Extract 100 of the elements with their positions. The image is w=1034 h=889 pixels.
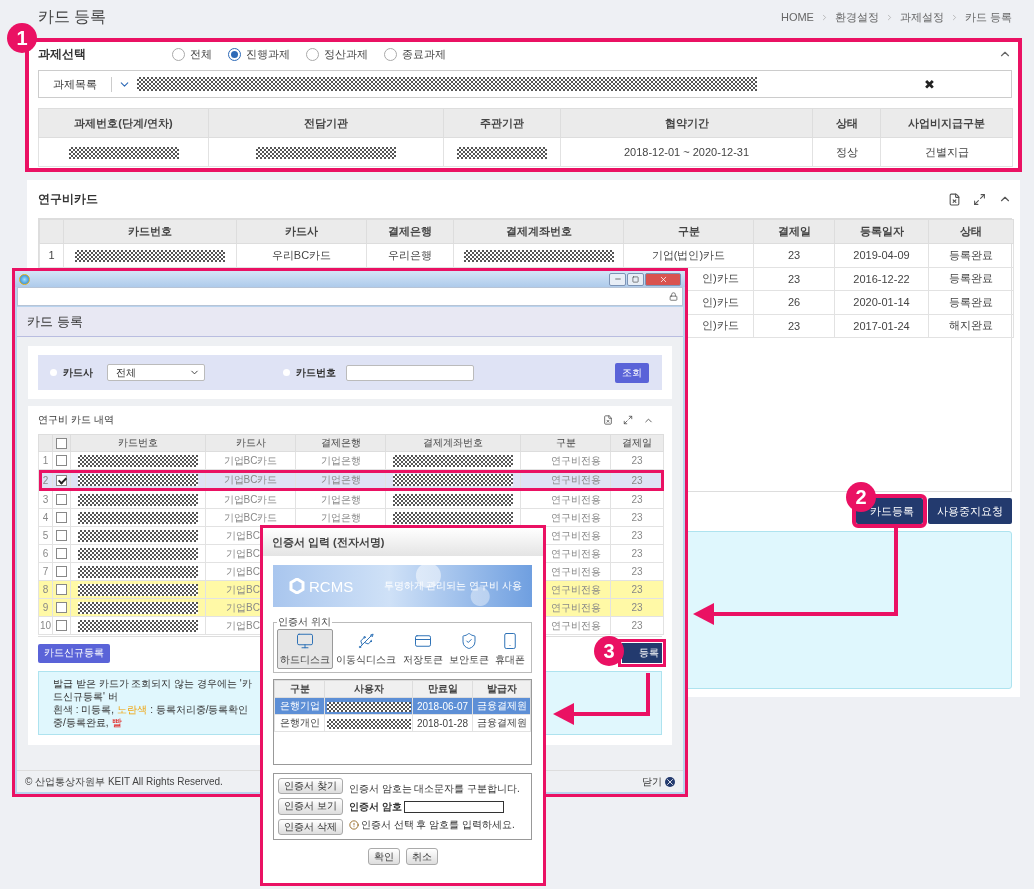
row-checkbox[interactable] — [56, 530, 67, 542]
field-label: 카드번호 — [296, 365, 336, 380]
search-button[interactable]: 조회 — [615, 362, 649, 383]
minimize-button[interactable] — [609, 272, 626, 286]
radio-label[interactable]: 전체 — [190, 46, 212, 62]
maximize-button[interactable] — [627, 272, 644, 286]
table-cell: 23 — [631, 566, 643, 577]
radio-label[interactable]: 진행과제 — [246, 46, 290, 62]
location-option[interactable]: 보안토큰 — [445, 629, 492, 669]
page-title: 카드 등록 — [38, 6, 107, 27]
column-header: 구분 — [520, 434, 611, 452]
clear-button[interactable]: ✖ — [924, 76, 935, 92]
row-checkbox[interactable] — [56, 474, 67, 486]
radio-button[interactable] — [172, 47, 185, 61]
column-header: 발급자 — [472, 680, 531, 698]
table-cell: 26 — [787, 296, 801, 309]
card-number-field[interactable] — [346, 364, 474, 381]
row-checkbox[interactable] — [56, 455, 67, 467]
row-checkbox[interactable] — [56, 566, 67, 578]
radio-label[interactable]: 종료과제 — [402, 46, 446, 62]
table-cell: 등록완료 — [949, 295, 993, 308]
table-cell: 연구비전용 — [551, 474, 601, 485]
table-cell: 해지완료 — [949, 319, 993, 332]
radio-button[interactable] — [228, 47, 241, 61]
column-header: 사업비지급구분 — [880, 108, 1013, 138]
location-option[interactable]: 이동식디스크 — [333, 629, 400, 669]
table-cell: 2020-01-14 — [853, 296, 910, 309]
bullet-icon — [50, 369, 57, 376]
table-cell: 23 — [631, 584, 643, 595]
bullet-icon — [283, 369, 290, 376]
table-cell: 23 — [631, 474, 643, 486]
table-cell: 기업BC — [226, 601, 260, 613]
radio-button[interactable] — [306, 47, 319, 61]
certificate-button[interactable]: 인증서 삭제 — [278, 818, 343, 835]
dialog-button[interactable]: 취소 — [405, 848, 438, 865]
table-cell: 기업BC카드 — [223, 511, 278, 523]
table-cell: 연구비전용 — [551, 454, 601, 466]
location-option[interactable]: 하드디스크 — [277, 629, 333, 669]
password-field[interactable] — [403, 800, 504, 813]
table-cell: 23 — [631, 602, 643, 613]
table-cell: 2 — [42, 474, 49, 486]
table-cell: 10 — [39, 620, 52, 631]
table-cell: 1 — [48, 249, 55, 262]
close-icon — [665, 776, 675, 787]
table-cell: 23 — [787, 319, 801, 332]
card-company-select[interactable]: 전체 — [107, 364, 205, 381]
dialog-button[interactable]: 확인 — [367, 848, 400, 865]
close-button[interactable] — [645, 272, 681, 286]
rcms-logo: RCMS — [309, 577, 354, 595]
column-header: 상태 — [812, 108, 881, 138]
certificate-button[interactable]: 인증서 보기 — [278, 798, 343, 815]
logo-icon — [289, 578, 305, 594]
radio-button[interactable] — [384, 47, 397, 61]
breadcrumb-item[interactable]: HOME — [780, 11, 814, 23]
table-cell: 연구비전용 — [551, 601, 601, 613]
row-checkbox[interactable] — [56, 602, 67, 614]
section-title: 과제선택 — [38, 45, 87, 63]
row-checkbox[interactable] — [56, 584, 67, 596]
radio-label[interactable]: 정산과제 — [324, 46, 368, 62]
table-cell: 연구비전용 — [551, 583, 601, 595]
table-cell: 기업BC — [226, 619, 260, 631]
row-checkbox[interactable] — [56, 548, 67, 560]
table-cell: 기업은행 — [320, 454, 361, 466]
table-cell: 은행기업 — [279, 700, 320, 711]
breadcrumb-item[interactable]: 환경설정 — [834, 9, 879, 25]
table-cell: 4 — [42, 512, 49, 523]
table-cell: 기업BC카드 — [223, 493, 278, 505]
select-all-checkbox[interactable] — [56, 437, 67, 449]
table-cell: 기업BC — [226, 565, 260, 577]
table-cell: 23 — [631, 620, 643, 631]
column-header: 협약기간 — [560, 108, 813, 138]
location-option[interactable]: 저장토큰 — [399, 629, 446, 669]
table-cell: 3 — [42, 494, 49, 505]
certificate-button[interactable]: 인증서 찾기 — [278, 778, 343, 795]
field-label: 인증서 암호 — [348, 799, 402, 814]
table-cell: 23 — [787, 272, 801, 285]
new-card-button[interactable]: 카드신규등록 — [38, 643, 110, 663]
project-list-field[interactable]: 과제목록 ✖ — [38, 70, 1012, 98]
table-cell: 2019-04-09 — [853, 249, 910, 262]
table-cell: 기업BC카드 — [223, 454, 278, 466]
minimize-icon — [613, 275, 622, 283]
row-checkbox[interactable] — [56, 494, 67, 506]
breadcrumb-item[interactable]: 카드 등록 — [964, 9, 1012, 25]
row-checkbox[interactable] — [56, 620, 67, 632]
column-header: 전담기관 — [208, 108, 444, 138]
table-cell: 2017-01-24 — [853, 319, 910, 332]
close-link[interactable]: 닫기 — [642, 774, 675, 789]
row-checkbox[interactable] — [56, 512, 67, 524]
breadcrumb-item[interactable]: 과제설정 — [899, 9, 944, 25]
action-button[interactable]: 사용중지요청 — [928, 498, 1012, 524]
column-header: 사용자 — [324, 680, 413, 698]
excel-icon — [603, 415, 613, 425]
column-header: 카드번호 — [63, 219, 237, 244]
location-option[interactable]: 휴대폰 — [492, 629, 528, 669]
table-cell: 2018-06-07 — [416, 700, 469, 712]
table-cell: 8 — [42, 584, 49, 595]
section-title: 연구비 카드 내역 — [38, 413, 114, 427]
group-legend: 인증서 위치 — [277, 615, 332, 629]
section-title: 연구비카드 — [38, 190, 99, 208]
note-text: 인증서 암호는 대소문자를 구분합니다. — [348, 781, 520, 796]
